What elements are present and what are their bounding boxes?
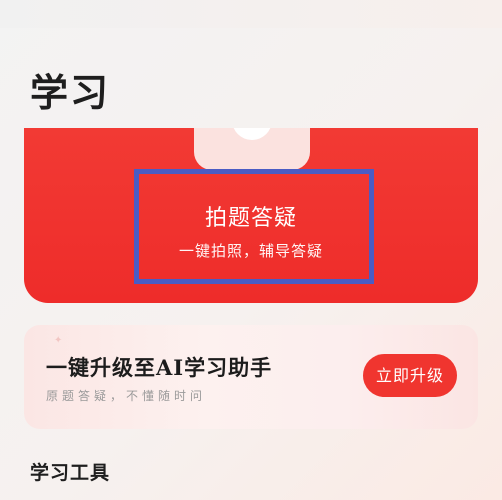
sparkle-icon: ✦ [54,335,63,346]
photo-qa-card[interactable]: 拍题答疑 一键拍照，辅导答疑 [24,128,478,303]
top-status-strip [0,0,502,28]
ai-assistant-upgrade-card[interactable]: ✦ 一键升级至AI学习助手 原题答疑，不懂随时问 立即升级 [24,325,478,429]
hero-title: 拍题答疑 [204,206,297,231]
hero-tab [194,128,310,170]
hero-subtitle: 一键拍照，辅导答疑 [178,242,323,260]
learning-tools-heading: 学习工具 [30,462,111,484]
camera-icon [232,128,272,140]
upgrade-description: 原题答疑，不懂随时问 [46,389,207,403]
page-title: 学习 [30,71,111,115]
upgrade-now-button[interactable]: 立即升级 [363,354,457,397]
upgrade-title: 一键升级至AI学习助手 [46,355,273,380]
